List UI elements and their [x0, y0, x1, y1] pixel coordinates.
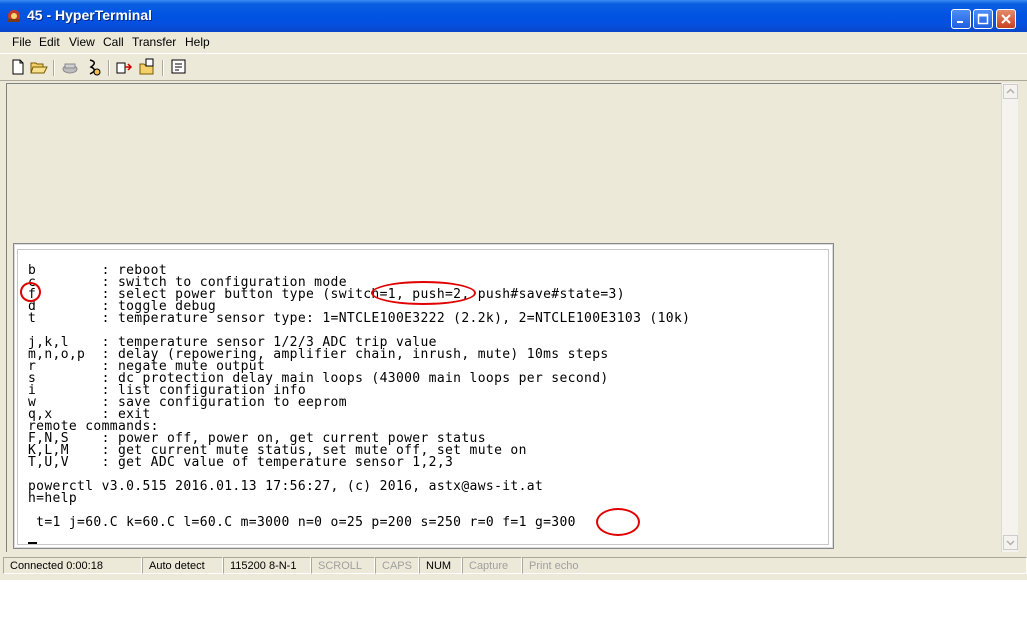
minimize-button[interactable] — [951, 9, 971, 29]
scroll-up-button[interactable] — [1003, 84, 1018, 99]
window-title: 45 - HyperTerminal — [27, 7, 153, 23]
terminal-line: t=1 j=60.C k=60.C l=60.C m=3000 n=0 o=25… — [28, 515, 576, 530]
hyperterminal-icon — [8, 10, 20, 22]
toolbar-separator — [108, 60, 110, 76]
status-num: NUM — [419, 557, 462, 574]
toolbar-separator — [162, 60, 164, 76]
terminal-line: h=help — [28, 491, 78, 506]
close-icon — [1001, 14, 1011, 24]
annotation-circle — [20, 282, 41, 302]
annotation-circle — [371, 281, 476, 305]
open-icon[interactable] — [30, 58, 48, 76]
send-icon[interactable] — [116, 58, 134, 76]
menu-file[interactable]: File — [12, 35, 31, 49]
connect-icon[interactable] — [85, 58, 103, 76]
status-capture: Capture — [462, 557, 522, 574]
menu-call[interactable]: Call — [103, 35, 124, 49]
minimize-icon — [957, 21, 963, 23]
menu-view[interactable]: View — [69, 35, 95, 49]
scroll-down-button[interactable] — [1003, 535, 1018, 550]
close-button[interactable] — [996, 9, 1016, 29]
hyperterminal-window: 45 - HyperTerminal File Edit View Call T… — [0, 0, 1027, 580]
disconnect-icon[interactable] — [61, 58, 79, 76]
status-caps: CAPS — [375, 557, 419, 574]
status-scroll: SCROLL — [311, 557, 375, 574]
title-bar[interactable]: 45 - HyperTerminal — [0, 0, 1027, 32]
menu-edit[interactable]: Edit — [39, 35, 60, 49]
menu-transfer[interactable]: Transfer — [132, 35, 176, 49]
text-cursor — [28, 542, 37, 544]
annotation-circle — [596, 508, 640, 536]
vertical-scrollbar[interactable] — [1001, 83, 1018, 552]
status-print-echo: Print echo — [522, 557, 1027, 574]
toolbar-separator — [53, 60, 55, 76]
status-detect: Auto detect — [142, 557, 223, 574]
maximize-icon — [977, 13, 989, 25]
status-bar: Connected 0:00:18 Auto detect 115200 8-N… — [0, 556, 1027, 576]
maximize-button[interactable] — [973, 9, 993, 29]
status-port-settings: 115200 8-N-1 — [223, 557, 311, 574]
terminal-line: t : temperature sensor type: 1=NTCLE100E… — [28, 311, 691, 326]
arrow-down-icon — [1006, 540, 1015, 546]
terminal-line: T,U,V : get ADC value of temperature sen… — [28, 455, 454, 470]
terminal-line: powerctl v3.0.515 2016.01.13 17:56:27, (… — [28, 479, 544, 494]
properties-icon[interactable] — [170, 58, 188, 76]
menu-help[interactable]: Help — [185, 35, 210, 49]
receive-icon[interactable] — [138, 58, 156, 76]
toolbar — [0, 53, 1027, 81]
arrow-up-icon — [1006, 88, 1015, 94]
menu-bar: File Edit View Call Transfer Help — [0, 32, 1027, 52]
status-connected: Connected 0:00:18 — [3, 557, 142, 574]
new-icon[interactable] — [9, 58, 27, 76]
